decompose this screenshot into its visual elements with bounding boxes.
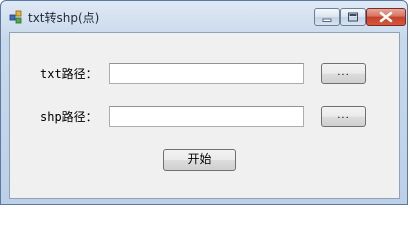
shp-browse-button[interactable]: ... [321, 106, 366, 127]
txt-browse-button[interactable]: ... [321, 63, 366, 84]
txt-path-label: txt路径： [40, 67, 98, 81]
maximize-icon [348, 12, 358, 22]
window-title: txt转shp(点) [28, 11, 100, 25]
app-window: txt转shp(点) txt路径： ... shp路径： ... 开始 [0, 0, 408, 205]
maximize-button[interactable] [340, 8, 366, 26]
close-icon [379, 11, 393, 23]
minimize-button[interactable] [314, 8, 340, 26]
app-icon [9, 10, 22, 24]
start-button[interactable]: 开始 [163, 149, 236, 171]
form-client-area: txt路径： ... shp路径： ... 开始 [9, 32, 400, 199]
close-button[interactable] [366, 8, 406, 26]
shp-path-input[interactable] [109, 106, 304, 127]
title-bar[interactable]: txt转shp(点) [1, 1, 409, 31]
txt-path-input[interactable] [109, 63, 304, 84]
shp-path-label: shp路径： [40, 110, 98, 124]
minimize-icon [322, 18, 332, 22]
